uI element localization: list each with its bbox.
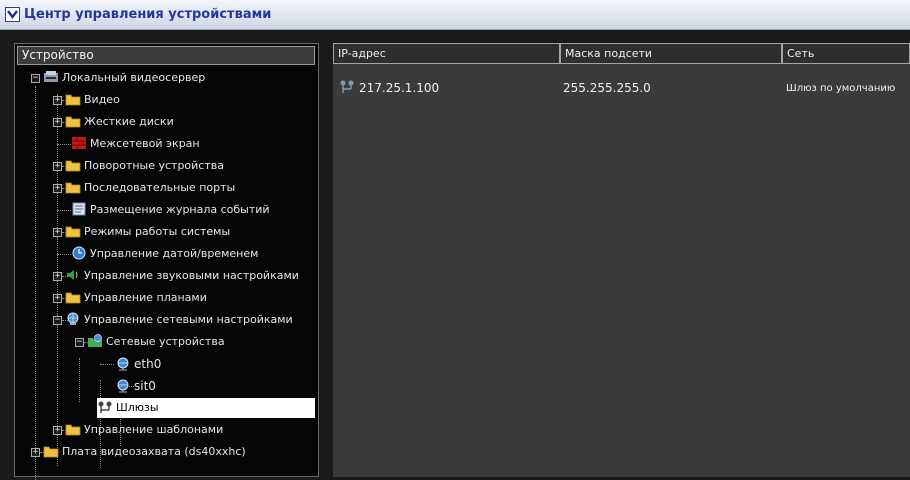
- tree-node-label: Управление планами: [84, 291, 207, 304]
- chevron-down-icon: [7, 10, 18, 19]
- tree-node-label: Локальный видеосервер: [62, 71, 206, 84]
- tree-node-system-modes[interactable]: Режимы работы системы: [65, 222, 230, 242]
- clock-icon: [71, 246, 87, 260]
- tree-node-label: Поворотные устройства: [84, 159, 224, 172]
- tree-node-label: Управление сетевыми настройками: [84, 313, 293, 326]
- window-titlebar: Центр управления устройствами: [0, 0, 910, 30]
- tree-node-label: Размещение журнала событий: [90, 203, 270, 216]
- interface-icon: [115, 357, 131, 371]
- cell-network: Шлюз по умолчанию: [786, 83, 896, 94]
- tree-node-local-server[interactable]: Локальный видеосервер: [43, 68, 205, 88]
- gateway-icon: [97, 400, 113, 414]
- collapse-toggle[interactable]: −: [53, 316, 62, 325]
- collapse-toggle[interactable]: −: [75, 338, 84, 347]
- table-header: IP-адрес Маска подсети Сеть: [333, 43, 910, 65]
- expand-toggle[interactable]: +: [53, 184, 62, 193]
- tree-node-label: Управление звуковыми настройками: [84, 269, 299, 282]
- interface-icon: [115, 379, 131, 393]
- gateway-row-icon: [339, 79, 355, 98]
- tree-node-firewall[interactable]: Межсетевой экран: [71, 134, 200, 154]
- tree-node-sound[interactable]: Управление звуковыми настройками: [65, 266, 299, 286]
- tree-node-plans[interactable]: Управление планами: [65, 288, 207, 308]
- tree-node-gateways[interactable]: Шлюзы: [97, 398, 315, 418]
- tree-node-label: Плата видеозахвата (ds40xxhc): [62, 445, 246, 458]
- tree-node-label: eth0: [134, 357, 162, 371]
- tree-node-label: Последовательные порты: [84, 181, 236, 194]
- tree-node-label: sit0: [134, 379, 156, 393]
- collapse-button[interactable]: [5, 7, 20, 22]
- folder-icon: [65, 422, 81, 436]
- window-title: Центр управления устройствами: [24, 7, 272, 22]
- column-header-mask[interactable]: Маска подсети: [560, 43, 782, 64]
- server-icon: [43, 70, 59, 84]
- column-header-ip[interactable]: IP-адрес: [333, 43, 560, 64]
- cell-ip-address: 217.25.1.100: [359, 81, 440, 95]
- tree-node-ptz[interactable]: Поворотные устройства: [65, 156, 224, 176]
- expand-toggle[interactable]: +: [53, 294, 62, 303]
- network-icon: [65, 312, 81, 326]
- expand-toggle[interactable]: +: [53, 96, 62, 105]
- folder-icon: [65, 92, 81, 106]
- expand-toggle[interactable]: +: [31, 448, 40, 457]
- tree-node-event-log[interactable]: Размещение журнала событий: [71, 200, 270, 220]
- tree-node-sit0[interactable]: sit0: [115, 376, 156, 396]
- network-devices-icon: [87, 334, 103, 348]
- tree-node-label: Межсетевой экран: [90, 137, 200, 150]
- tree-node-datetime[interactable]: Управление датой/временем: [71, 244, 258, 264]
- gateway-icon: [340, 80, 354, 93]
- tree-node-label: Видео: [84, 93, 120, 106]
- expand-toggle[interactable]: +: [53, 162, 62, 171]
- tree-node-capture-card[interactable]: Плата видеозахвата (ds40xxhc): [43, 442, 246, 462]
- tree-node-label: Сетевые устройства: [106, 335, 225, 348]
- tree-node-video[interactable]: Видео: [65, 90, 120, 110]
- column-header-network[interactable]: Сеть: [782, 43, 910, 64]
- tree-node-label: Шлюзы: [116, 401, 159, 414]
- tree-node-label: Управление датой/временем: [90, 247, 259, 260]
- folder-icon: [65, 158, 81, 172]
- gateways-table: IP-адрес Маска подсети Сеть 217.25.1.100…: [333, 43, 910, 477]
- tree-node-network-devices[interactable]: Сетевые устройства: [87, 332, 225, 352]
- sound-icon: [65, 268, 81, 282]
- tree-node-label: Режимы работы системы: [84, 225, 231, 238]
- expand-toggle[interactable]: +: [53, 426, 62, 435]
- expand-toggle[interactable]: +: [53, 228, 62, 237]
- firewall-icon: [71, 136, 87, 150]
- tree-node-templates[interactable]: Управление шаблонами: [65, 420, 223, 440]
- expand-toggle[interactable]: +: [53, 118, 62, 127]
- device-tree: − + + + + + + + − − + + Локальный видеос…: [15, 68, 318, 480]
- tree-node-network-settings[interactable]: Управление сетевыми настройками: [65, 310, 293, 330]
- tree-node-eth0[interactable]: eth0: [115, 354, 161, 374]
- tree-column-header[interactable]: Устройство: [17, 46, 315, 65]
- folder-icon: [65, 114, 81, 128]
- collapse-toggle[interactable]: −: [31, 74, 40, 83]
- tree-node-label: Управление шаблонами: [84, 423, 224, 436]
- folder-icon: [65, 290, 81, 304]
- tree-node-serial-ports[interactable]: Последовательные порты: [65, 178, 235, 198]
- device-tree-panel: Устройство − + + + + + + + − − + + Локал…: [14, 43, 319, 480]
- folder-icon: [65, 180, 81, 194]
- tree-node-hard-disks[interactable]: Жесткие диски: [65, 112, 174, 132]
- expand-toggle[interactable]: +: [53, 272, 62, 281]
- folder-icon: [65, 224, 81, 238]
- log-icon: [71, 202, 87, 216]
- folder-icon: [43, 444, 59, 458]
- tree-node-label: Жесткие диски: [84, 115, 174, 128]
- cell-subnet-mask: 255.255.255.0: [563, 81, 651, 95]
